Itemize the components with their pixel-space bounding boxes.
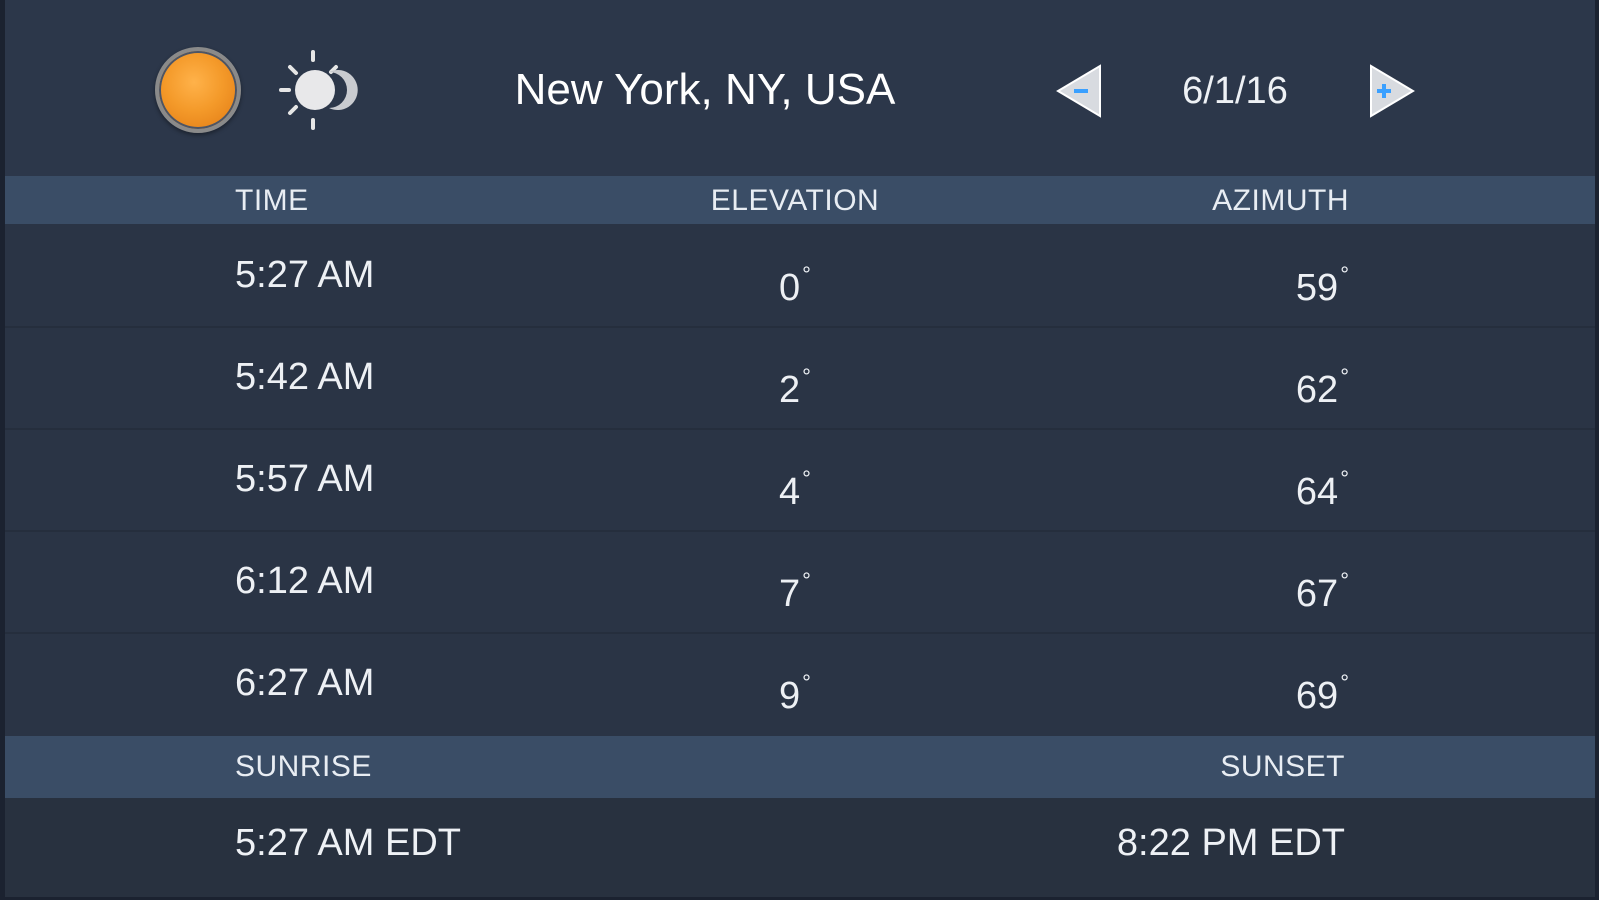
left-arrow-minus-icon	[1056, 64, 1101, 118]
column-header-elevation: ELEVATION	[710, 184, 880, 217]
elevation-cell: 9°	[779, 670, 811, 717]
sunrise-time: 5:27 AM EDT	[235, 822, 461, 864]
table-row: 6:27 AM 9° 69°	[5, 632, 1595, 734]
column-header-time: TIME	[235, 184, 309, 217]
time-cell: 5:42 AM	[235, 356, 375, 398]
time-cell: 6:12 AM	[235, 560, 375, 602]
previous-date-button[interactable]	[1050, 60, 1110, 122]
date-label: 6/1/16	[1182, 70, 1288, 112]
sunrise-label: SUNRISE	[235, 750, 372, 783]
sun-moon-icon[interactable]	[277, 48, 361, 132]
table-row: 6:12 AM 7° 67°	[5, 530, 1595, 634]
table-header: TIME ELEVATION AZIMUTH	[5, 176, 1595, 224]
positions-table: 5:27 AM 0° 59° 5:42 AM 2° 62° 5:57 AM 4°…	[5, 224, 1595, 736]
table-row: 5:42 AM 2° 62°	[5, 326, 1595, 430]
right-arrow-plus-icon	[1370, 64, 1415, 118]
table-row: 5:27 AM 0° 59°	[5, 224, 1595, 328]
time-cell: 5:57 AM	[235, 458, 375, 500]
elevation-cell: 2°	[779, 364, 811, 411]
sunset-label: SUNSET	[1220, 750, 1345, 783]
elevation-cell: 0°	[779, 262, 811, 309]
sunrise-sunset-header: SUNRISE SUNSET	[5, 736, 1595, 798]
sunrise-sunset-row: 5:27 AM EDT 8:22 PM EDT	[5, 798, 1595, 897]
azimuth-cell: 67°	[1295, 568, 1349, 615]
sun-icon[interactable]	[155, 47, 241, 133]
column-header-azimuth: AZIMUTH	[1212, 184, 1349, 217]
location-title: New York, NY, USA	[514, 65, 896, 114]
sun-position-window: New York, NY, USA 6/1/16 TIME ELEVATION …	[5, 0, 1595, 897]
elevation-cell: 4°	[779, 466, 811, 513]
table-row: 5:57 AM 4° 64°	[5, 428, 1595, 532]
azimuth-cell: 69°	[1295, 670, 1349, 717]
sunset-time: 8:22 PM EDT	[1116, 822, 1345, 864]
elevation-cell: 7°	[779, 568, 811, 615]
azimuth-cell: 64°	[1295, 466, 1349, 513]
toolbar: New York, NY, USA 6/1/16	[5, 0, 1595, 176]
time-cell: 6:27 AM	[235, 662, 375, 704]
azimuth-cell: 59°	[1295, 262, 1349, 309]
time-cell: 5:27 AM	[235, 254, 375, 296]
azimuth-cell: 62°	[1295, 364, 1349, 411]
next-date-button[interactable]	[1361, 60, 1421, 122]
